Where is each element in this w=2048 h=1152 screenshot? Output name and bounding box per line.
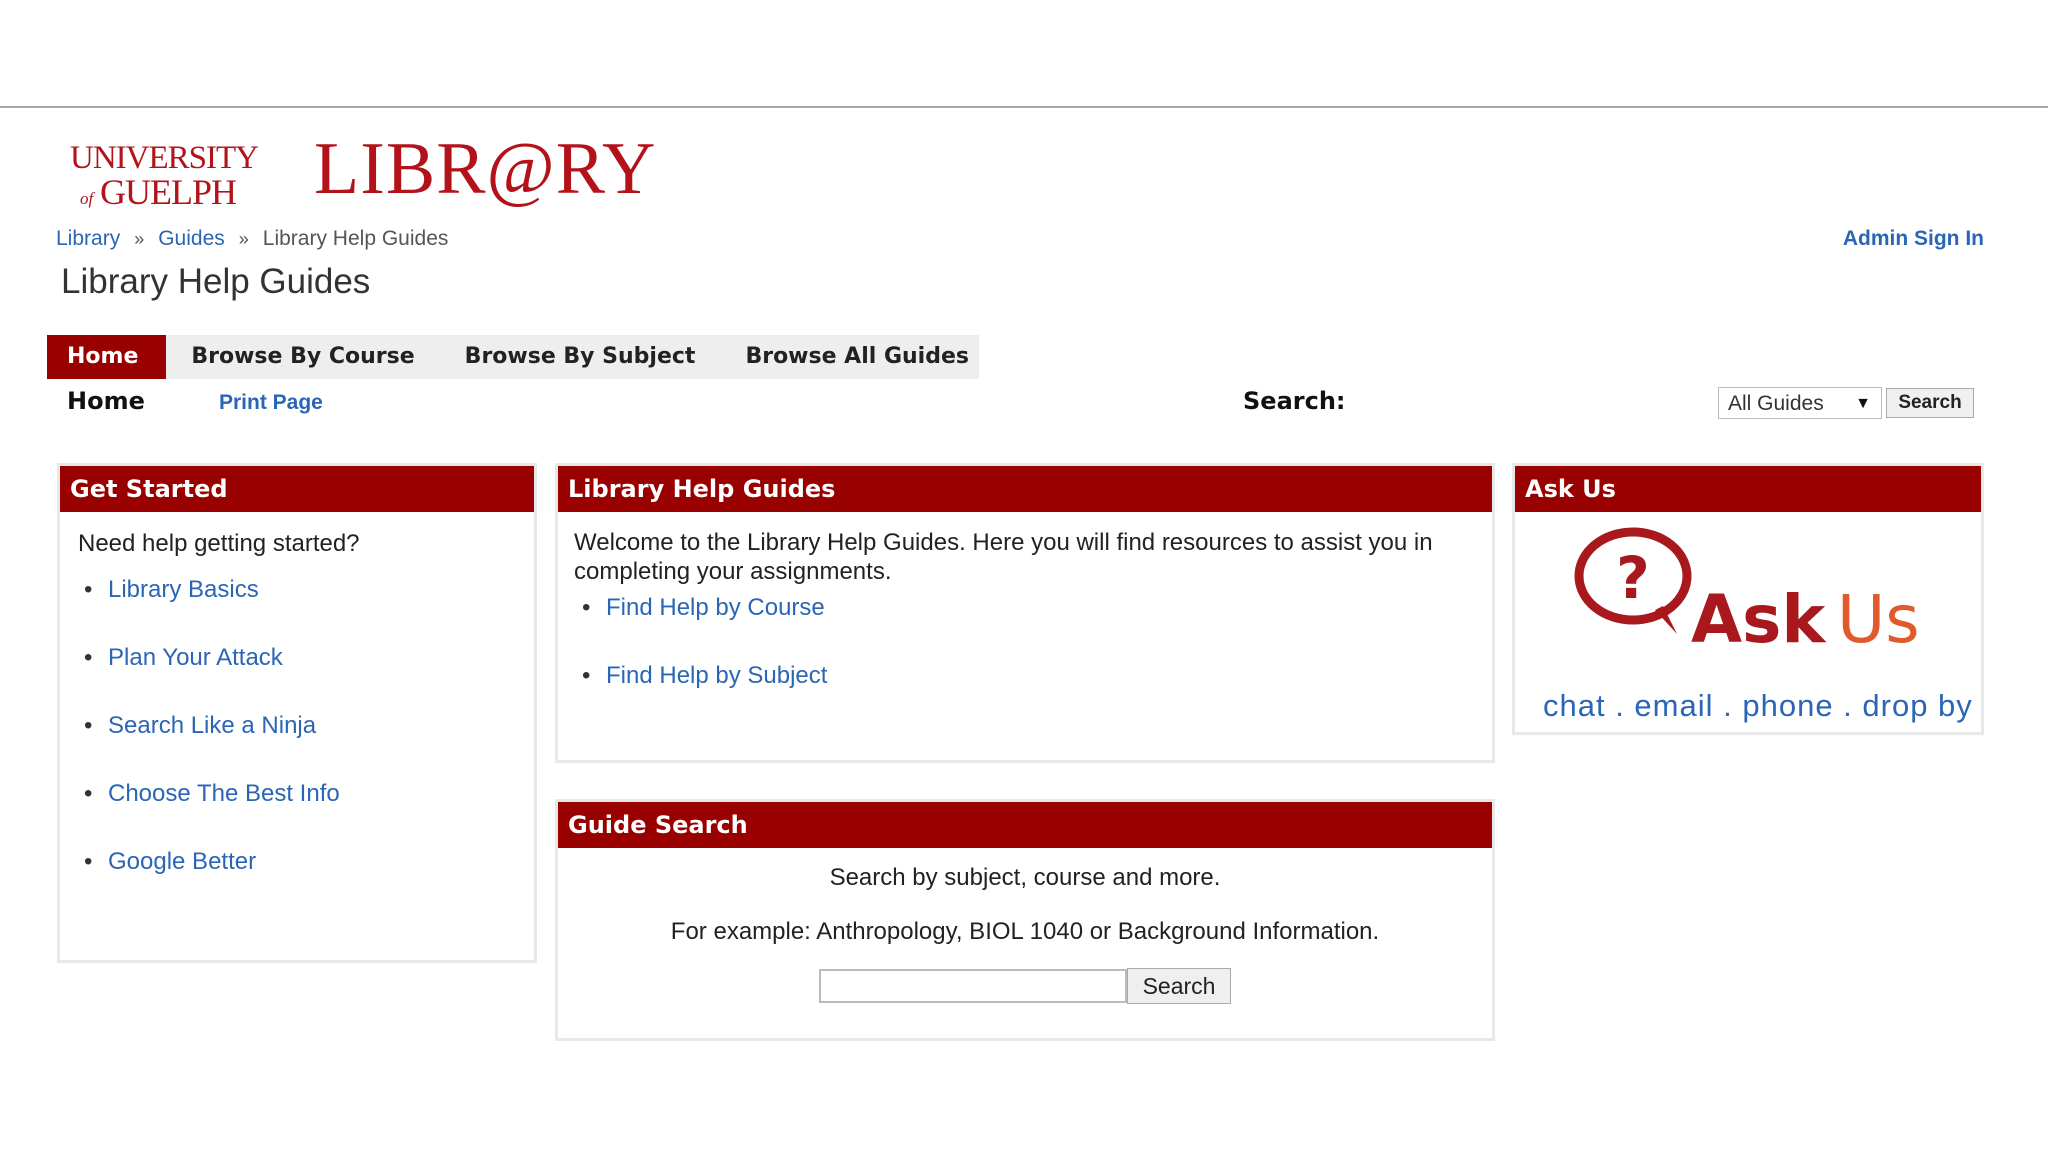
svg-text:?: ? xyxy=(1616,544,1650,612)
tab-browse-by-subject[interactable]: Browse By Subject xyxy=(440,335,721,379)
breadcrumb: Library » Guides » Library Help Guides xyxy=(56,227,448,251)
breadcrumb-current: Library Help Guides xyxy=(262,227,449,250)
search-label: Search: xyxy=(1243,387,1346,415)
welcome-text: Welcome to the Library Help Guides. Here… xyxy=(574,529,1433,585)
list-item: Google Better xyxy=(84,846,518,914)
top-divider xyxy=(0,106,2048,108)
link-search-like-a-ninja[interactable]: Search Like a Ninja xyxy=(108,712,316,739)
breadcrumb-library[interactable]: Library xyxy=(56,227,120,250)
tab-browse-by-course[interactable]: Browse By Course xyxy=(166,335,439,379)
dropdown-arrow-icon: ▼ xyxy=(1855,395,1871,412)
list-item: Choose The Best Info xyxy=(84,778,518,846)
svg-text:of: of xyxy=(80,189,96,208)
ask-us-title: Ask Us xyxy=(1515,466,1981,512)
header-search-button[interactable]: Search xyxy=(1886,388,1974,418)
link-plan-your-attack[interactable]: Plan Your Attack xyxy=(108,644,283,671)
guide-search-line2: For example: Anthropology, BIOL 1040 or … xyxy=(670,918,1380,945)
list-item: Find Help by Subject xyxy=(582,660,1476,728)
university-of-guelph-logo[interactable]: UNIVERSITY of GUELPH xyxy=(68,138,278,210)
admin-sign-in-link[interactable]: Admin Sign In xyxy=(1843,227,1984,251)
breadcrumb-guides[interactable]: Guides xyxy=(158,227,225,250)
search-scope-value: All Guides xyxy=(1728,392,1824,415)
link-choose-the-best-info[interactable]: Choose The Best Info xyxy=(108,780,340,807)
question-bubble-icon: ? xyxy=(1574,527,1692,634)
library-logo[interactable]: LIBR@RY xyxy=(314,124,656,214)
link-find-help-by-subject[interactable]: Find Help by Subject xyxy=(606,662,827,689)
us-word: Us xyxy=(1837,581,1920,658)
svg-text:UNIVERSITY: UNIVERSITY xyxy=(70,140,258,176)
ask-us-logo[interactable]: ? Ask Us chat . email . phone . drop by xyxy=(1515,512,1981,723)
ask-us-graphic: ? Ask Us xyxy=(1574,527,1920,658)
get-started-box: Get Started Need help getting started? L… xyxy=(57,463,537,963)
svg-text:GUELPH: GUELPH xyxy=(100,172,236,210)
tab-home[interactable]: Home xyxy=(47,335,167,379)
link-find-help-by-course[interactable]: Find Help by Course xyxy=(606,594,825,621)
get-started-title: Get Started xyxy=(60,466,534,512)
list-item: Library Basics xyxy=(84,574,518,642)
library-help-guides-box: Library Help Guides Welcome to the Libra… xyxy=(555,463,1495,763)
tab-browse-all-guides[interactable]: Browse All Guides xyxy=(720,335,994,379)
link-google-better[interactable]: Google Better xyxy=(108,848,256,875)
ask-us-box: Ask Us ? Ask Us chat . email . phone . d… xyxy=(1512,463,1984,735)
guide-search-button[interactable]: Search xyxy=(1127,968,1231,1004)
guide-search-box: Guide Search Search by subject, course a… xyxy=(555,799,1495,1041)
breadcrumb-separator: » xyxy=(134,229,145,249)
guide-search-title: Guide Search xyxy=(558,802,1492,848)
search-scope-select[interactable]: All Guides ▼ xyxy=(1718,387,1882,419)
guide-tabs: Home Browse By Course Browse By Subject … xyxy=(47,335,979,379)
ask-word: Ask xyxy=(1691,581,1827,658)
guide-search-line1: Search by subject, course and more. xyxy=(829,864,1221,891)
list-item: Search Like a Ninja xyxy=(84,710,518,778)
link-library-basics[interactable]: Library Basics xyxy=(108,576,259,603)
ask-us-tagline: chat . email . phone . drop by xyxy=(1543,688,1973,723)
current-page-label: Home xyxy=(67,387,145,415)
guide-search-input[interactable] xyxy=(819,969,1127,1003)
get-started-intro: Need help getting started? xyxy=(78,530,360,557)
page-title: Library Help Guides xyxy=(61,262,371,301)
help-guides-title: Library Help Guides xyxy=(558,466,1492,512)
print-page-link[interactable]: Print Page xyxy=(219,391,323,415)
list-item: Find Help by Course xyxy=(582,592,1476,660)
breadcrumb-separator: » xyxy=(238,229,249,249)
list-item: Plan Your Attack xyxy=(84,642,518,710)
